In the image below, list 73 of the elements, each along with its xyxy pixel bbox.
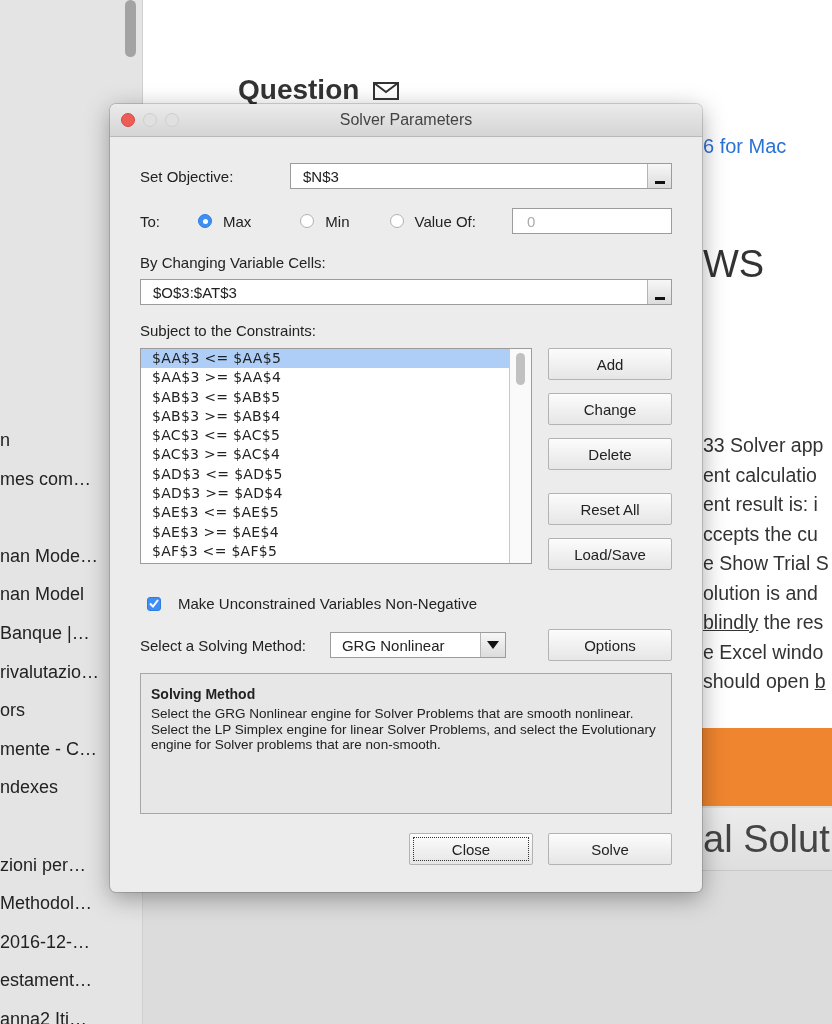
sidebar-item[interactable]: estament…	[0, 970, 93, 991]
list-item[interactable]: $AD$3 >= $AD$4	[141, 484, 509, 504]
checkbox[interactable]	[147, 596, 161, 611]
paragraph-line: e Excel windo	[703, 639, 825, 665]
paragraph-line: should open b	[703, 669, 827, 694]
variable-cells-field[interactable]: $O$3:$AT$3	[140, 279, 672, 305]
panel-text: Select the GRG Nonlinear engine for Solver Problems that are smooth nonlinear. Select the LP Simplex engine for linear Solver Problems, and select the Evolutionary engine for Solver problems that are non-smooth.	[151, 706, 657, 753]
sidebar-item[interactable]: ors	[0, 700, 25, 721]
tab-label[interactable]: al Solut	[703, 817, 830, 861]
field-label: Subject to the Constraints:	[140, 322, 316, 339]
paragraph-line: ent calculatio	[703, 462, 818, 488]
list-item[interactable]: $AB$3 >= $AB$4	[141, 406, 509, 427]
collapse-button[interactable]	[647, 164, 671, 188]
caret-icon	[486, 641, 499, 649]
sidebar-item[interactable]: 2016-12-…	[0, 931, 91, 952]
paragraph-line: e Show Trial S	[703, 551, 830, 576]
action-button[interactable]: Change	[548, 393, 672, 425]
collapse-button[interactable]	[647, 280, 671, 304]
bar-icon	[654, 181, 665, 184]
radio-button[interactable]	[389, 214, 404, 228]
mail-icon[interactable]	[373, 82, 400, 100]
sidebar-item[interactable]: ndexes	[0, 777, 59, 798]
section-title: WS	[703, 243, 766, 287]
dialog-button[interactable]: Solve	[548, 833, 672, 865]
close-button[interactable]	[121, 113, 135, 127]
sidebar-item[interactable]: mente - C…	[0, 738, 98, 759]
list-item[interactable]: $AA$3 <= $AA$5	[141, 349, 509, 369]
list-item[interactable]: $AD$3 <= $AD$5	[141, 464, 509, 485]
paragraph-line: ent result is: i	[703, 492, 819, 517]
radio-button[interactable]	[300, 214, 315, 228]
list-item[interactable]: $AC$3 <= $AC$5	[141, 426, 509, 446]
paragraph-line: olution is and	[703, 580, 819, 606]
paragraph-line: 33 Solver app	[703, 433, 825, 458]
field-label: Select a Solving Method:	[140, 636, 306, 654]
sidebar-item[interactable]: nan Mode…	[0, 545, 99, 566]
paragraph-line: ccepts the cu	[703, 521, 819, 547]
sidebar-item[interactable]: Banque |…	[0, 622, 90, 643]
field-label: To:	[140, 212, 161, 230]
panel-title: Solving Method	[151, 686, 257, 702]
radio-label[interactable]: Min	[325, 212, 350, 230]
list-item[interactable]: $AE$3 >= $AE$4	[141, 522, 509, 542]
sidebar-item[interactable]: n	[0, 430, 10, 450]
question-heading: Question	[238, 78, 360, 102]
sidebar-item[interactable]: rivalutazio…	[0, 661, 100, 682]
paragraph-line: blindly the res	[703, 610, 825, 635]
window-title: Solver Parameters	[338, 111, 474, 129]
sidebar-item[interactable]: Methodol…	[0, 893, 93, 914]
list-item[interactable]: $AF$3 <= $AF$5	[141, 541, 509, 562]
objective-field[interactable]: $N$3	[290, 163, 672, 189]
field-label: Set Objective:	[140, 167, 235, 185]
sidebar-item[interactable]: zioni per…	[0, 854, 87, 875]
scrollbar-thumb[interactable]	[125, 0, 136, 57]
method-dropdown[interactable]: GRG Nonlinear	[329, 632, 506, 658]
radio-label[interactable]: Max	[223, 212, 252, 230]
sidebar-item[interactable]: nan Model	[0, 584, 85, 605]
action-button[interactable]: Load/Save	[548, 538, 672, 570]
action-button[interactable]: Reset All	[548, 493, 672, 525]
sidebar-item[interactable]: mes com…	[0, 468, 91, 489]
options-button[interactable]: Options	[548, 629, 672, 661]
list-item[interactable]: $AA$3 >= $AA$4	[141, 368, 509, 388]
bar-icon	[654, 297, 665, 300]
link[interactable]: 6 for Mac	[703, 135, 832, 159]
field-label: By Changing Variable Cells:	[140, 254, 326, 271]
radio-button[interactable]	[198, 214, 212, 228]
scrollbar[interactable]	[509, 349, 531, 563]
dialog-button[interactable]: Close	[409, 833, 533, 865]
list-item[interactable]: $AE$3 <= $AE$5	[141, 503, 509, 523]
checkbox-label[interactable]: Make Unconstrained Variables Non-Negative	[178, 595, 478, 612]
action-button[interactable]: Delete	[548, 438, 672, 470]
radio-label[interactable]: Value Of:	[414, 212, 476, 230]
action-button[interactable]: Add	[548, 348, 672, 380]
list-item[interactable]: $AB$3 <= $AB$5	[141, 387, 509, 407]
list-item[interactable]: $AC$3 >= $AC$4	[141, 445, 509, 465]
